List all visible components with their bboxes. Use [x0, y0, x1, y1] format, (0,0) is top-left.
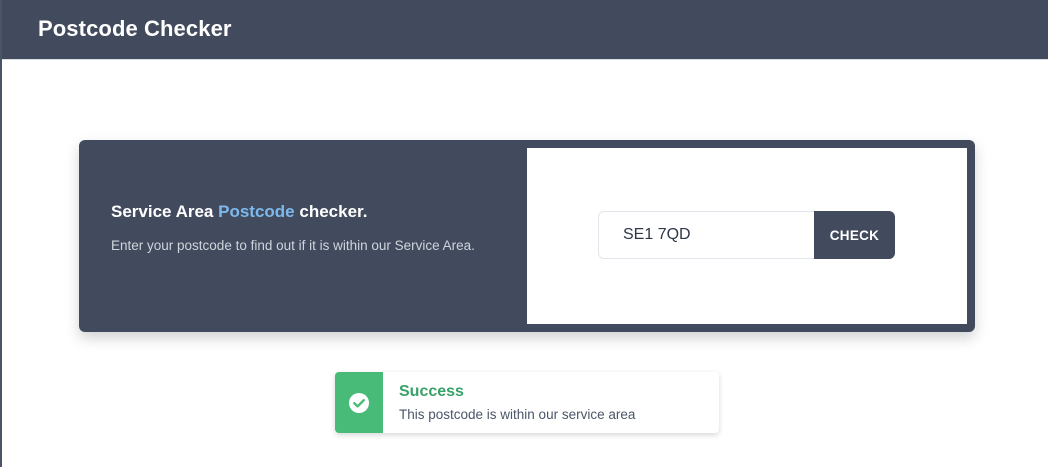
- check-circle-icon: [349, 393, 369, 413]
- success-alert: Success This postcode is within our serv…: [335, 372, 719, 433]
- heading-accent: Postcode: [218, 202, 295, 221]
- app-title: Postcode Checker: [38, 16, 232, 41]
- alert-message: This postcode is within our service area: [399, 407, 636, 422]
- alert-icon-box: [335, 372, 383, 433]
- top-bar: Postcode Checker: [2, 0, 1048, 60]
- page: Postcode Checker Service Area Postcode c…: [0, 0, 1048, 467]
- postcode-form: CHECK: [527, 148, 967, 324]
- checker-description: Enter your postcode to find out if it is…: [111, 238, 475, 253]
- checker-heading: Service Area Postcode checker.: [111, 201, 491, 223]
- heading-prefix: Service Area: [111, 202, 219, 221]
- heading-suffix: checker.: [294, 202, 368, 221]
- postcode-input[interactable]: [598, 211, 814, 259]
- alert-title: Success: [399, 383, 464, 400]
- check-button[interactable]: CHECK: [814, 211, 895, 259]
- postcode-checker-card: Service Area Postcode checker. Enter you…: [79, 140, 975, 332]
- checker-intro: Service Area Postcode checker. Enter you…: [111, 201, 491, 257]
